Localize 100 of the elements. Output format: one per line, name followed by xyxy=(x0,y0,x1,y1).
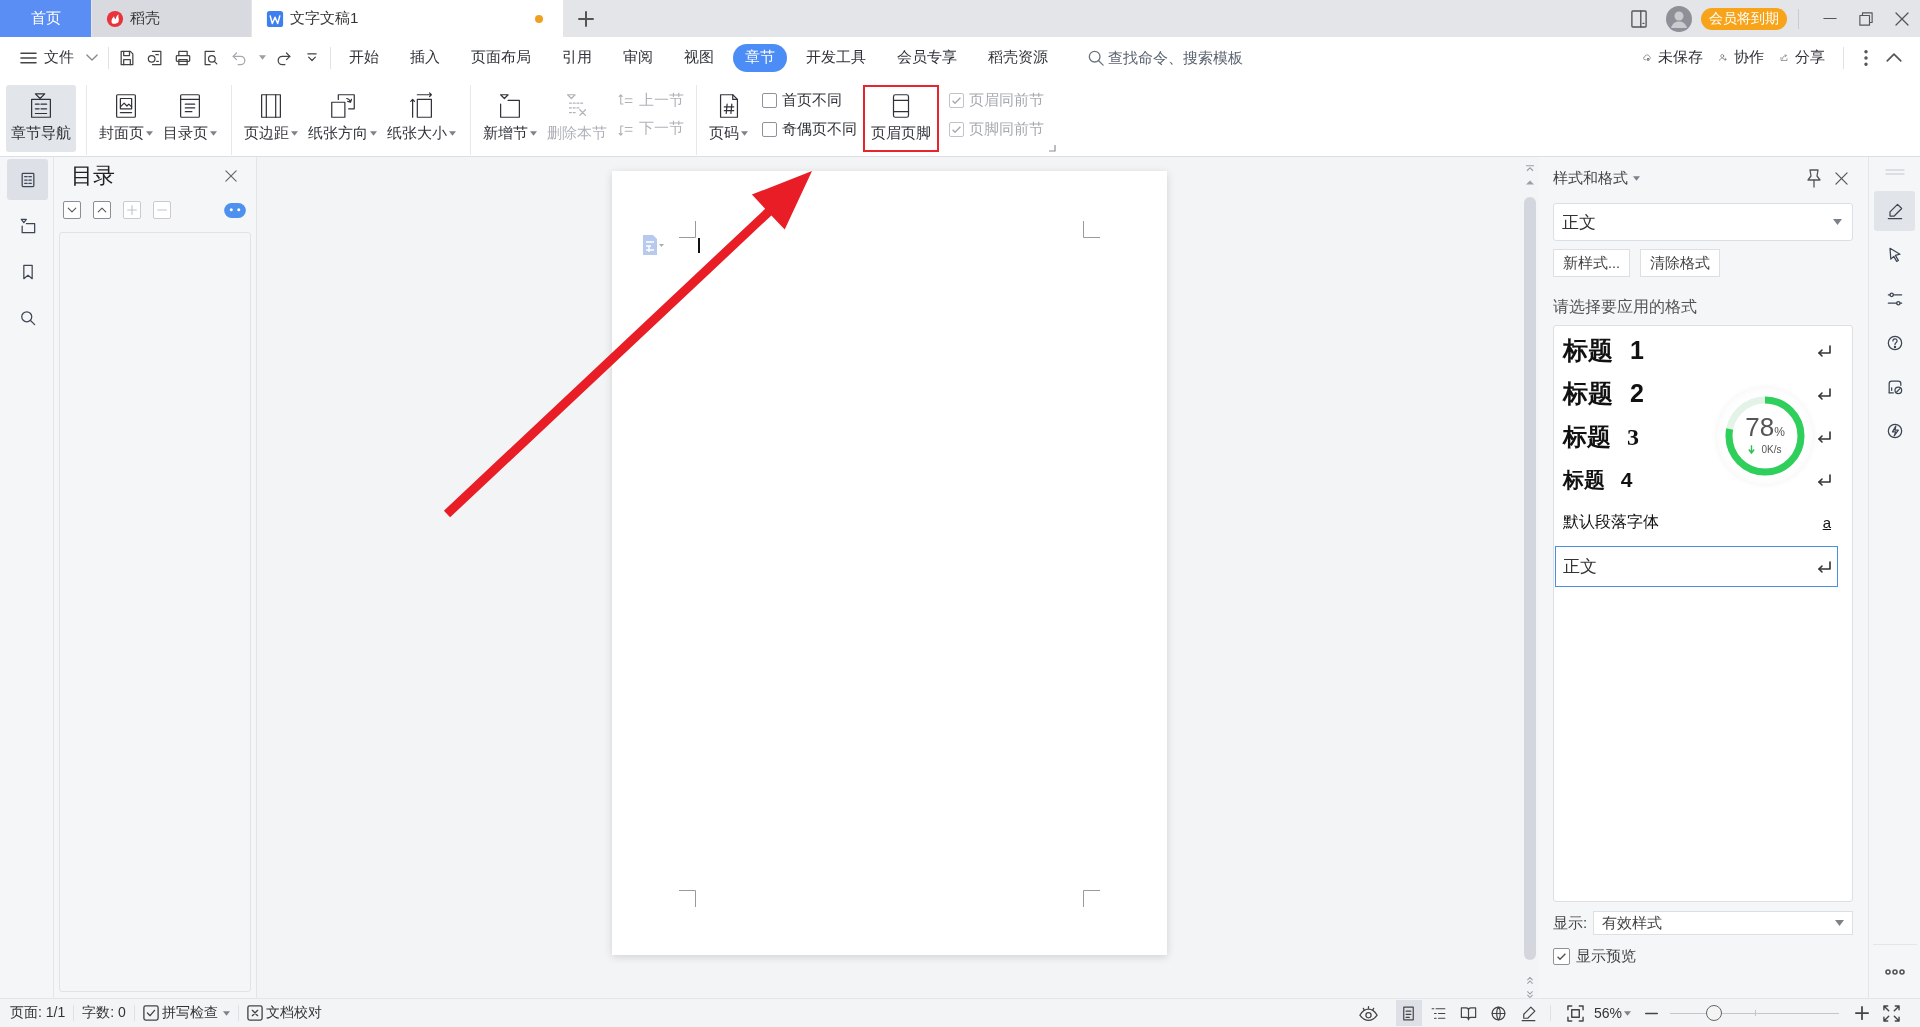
caret-icon xyxy=(146,130,153,136)
fullscreen-icon[interactable] xyxy=(1883,1004,1900,1022)
more-icon[interactable] xyxy=(1864,49,1868,66)
new-tab-icon[interactable] xyxy=(579,11,593,26)
caret-icon xyxy=(741,130,748,136)
writer-app-icon xyxy=(266,9,284,28)
pin-icon[interactable] xyxy=(1807,168,1821,188)
more-icon[interactable] xyxy=(1884,969,1905,975)
fit-page-icon[interactable] xyxy=(1566,1004,1584,1022)
pill-dots-icon[interactable] xyxy=(224,202,246,218)
style-action-button[interactable]: 清除格式 xyxy=(1640,249,1721,277)
checkbox-option[interactable]: 奇偶页不同 xyxy=(762,120,857,139)
menu-tab[interactable]: 引用 xyxy=(550,43,604,72)
flame-logo-icon xyxy=(106,9,124,28)
collaborate-button[interactable]: 协作 xyxy=(1715,48,1764,67)
text-cursor xyxy=(698,238,700,253)
ribbon-button[interactable]: 新增节 xyxy=(479,85,541,152)
restore-icon[interactable] xyxy=(1859,11,1873,26)
slider-thumb[interactable] xyxy=(1705,1005,1722,1021)
style-item[interactable]: 标题 3 xyxy=(1563,420,1639,453)
plus-icon xyxy=(127,205,137,215)
checkbox[interactable] xyxy=(762,93,777,108)
style-item[interactable]: 默认段落字体 xyxy=(1563,512,1659,533)
caret-icon xyxy=(1833,219,1842,225)
caret-icon xyxy=(291,130,298,136)
menu-tab[interactable]: 审阅 xyxy=(611,43,665,72)
return-icon xyxy=(1818,344,1831,357)
chevron-down-icon xyxy=(86,54,98,61)
minimize-icon[interactable] xyxy=(1823,17,1837,20)
return-icon xyxy=(1818,387,1831,400)
menu-tab[interactable]: 开发工具 xyxy=(794,43,878,72)
margin-corner-mark xyxy=(1083,890,1100,907)
preview-checkbox-option[interactable]: 显示预览 xyxy=(1553,947,1853,966)
style-item[interactable]: 正文 xyxy=(1563,555,1597,578)
view-mode-button[interactable] xyxy=(1395,1000,1422,1026)
format-tool-button[interactable] xyxy=(1874,191,1915,231)
chevron-up-icon[interactable] xyxy=(1886,53,1902,62)
caret-icon xyxy=(530,130,537,136)
tab[interactable]: 文字文稿1 xyxy=(252,0,563,37)
proofread-button[interactable]: 文档校对 xyxy=(246,1004,322,1022)
menu-tab[interactable]: 页面布局 xyxy=(459,43,543,72)
split-panel-icon[interactable] xyxy=(1631,9,1647,28)
ribbon-button[interactable]: 目录页 xyxy=(159,85,221,152)
caret-icon[interactable] xyxy=(259,55,266,60)
ribbon-button[interactable]: 封面页 xyxy=(95,85,157,152)
ribbon-button[interactable]: 页眉页脚 xyxy=(863,85,939,152)
style-dropdown[interactable]: 正文 xyxy=(1553,203,1853,241)
margin-corner-mark xyxy=(1083,221,1100,238)
checkbox-option[interactable]: 首页不同 xyxy=(762,91,857,110)
outline-tab[interactable] xyxy=(7,159,48,200)
style-item[interactable]: 标题 2 xyxy=(1563,377,1644,410)
crossed-box-icon xyxy=(246,1005,263,1021)
caret-icon xyxy=(1835,920,1844,926)
checkmark-icon xyxy=(1557,953,1566,960)
selected-style-frame[interactable]: 正文 xyxy=(1555,546,1838,587)
return-icon xyxy=(1818,473,1831,486)
return-icon xyxy=(1818,430,1831,443)
spell-check-button[interactable]: 拼写检查 xyxy=(142,1004,230,1022)
speed-widget[interactable]: 78% 0K/s xyxy=(1717,388,1813,484)
zoom-out-icon[interactable] xyxy=(1645,1011,1658,1015)
close-icon[interactable] xyxy=(1895,11,1909,26)
checkbox[interactable] xyxy=(1553,948,1570,965)
close-icon[interactable] xyxy=(225,170,237,182)
ribbon-button[interactable]: 页码 xyxy=(705,85,752,152)
speed-rate: 0K/s xyxy=(1761,444,1782,455)
scrollbar-thumb[interactable] xyxy=(1524,197,1536,960)
zoom-level-button[interactable]: 56% xyxy=(1593,1005,1631,1021)
style-action-button[interactable]: 新样式... xyxy=(1553,249,1631,277)
share-button[interactable]: 分享 xyxy=(1776,48,1825,67)
zoom-in-icon[interactable] xyxy=(1855,1006,1869,1020)
panel-title-menu[interactable]: 样式和格式 xyxy=(1553,168,1640,188)
style-item[interactable]: 标题 1 xyxy=(1563,334,1644,367)
expand-button[interactable] xyxy=(63,201,81,219)
menu-tab[interactable]: 插入 xyxy=(398,43,452,72)
caret-icon xyxy=(1624,1010,1631,1016)
caret-icon xyxy=(222,1010,230,1016)
checkbox[interactable] xyxy=(762,122,777,137)
menu-tab[interactable]: 稻壳资源 xyxy=(976,43,1060,72)
tab[interactable]: 稻壳 xyxy=(92,0,251,37)
style-item[interactable]: 标题 4 xyxy=(1563,465,1633,494)
menu-tab[interactable]: 视图 xyxy=(672,43,726,72)
show-dropdown[interactable]: 有效样式 xyxy=(1593,911,1853,935)
caret-icon xyxy=(1633,175,1640,181)
file-menu-button[interactable]: 文件 xyxy=(12,42,102,73)
ribbon-button[interactable]: 纸张方向 xyxy=(304,85,381,152)
checkmark-icon xyxy=(952,97,961,104)
arrow-down-icon xyxy=(1748,444,1756,455)
ribbon-button[interactable]: 纸张大小 xyxy=(383,85,460,152)
search-field[interactable]: 查找命令、搜索模板 xyxy=(1108,47,1258,68)
panel-title: 目录 xyxy=(71,162,115,190)
collapse-button[interactable] xyxy=(93,201,111,219)
ribbon-button[interactable]: 页边距 xyxy=(240,85,302,152)
menu-tab[interactable]: 开始 xyxy=(337,43,391,72)
save-status-button[interactable]: 未保存 xyxy=(1639,48,1703,67)
menu-tab[interactable]: 会员专享 xyxy=(885,43,969,72)
ribbon-button[interactable]: 章节导航 xyxy=(6,85,76,152)
close-icon[interactable] xyxy=(1835,171,1848,185)
avatar-icon[interactable] xyxy=(1666,5,1692,32)
eye-icon[interactable] xyxy=(1358,1003,1378,1023)
status-text: 页面: 1/1 xyxy=(10,1004,66,1022)
